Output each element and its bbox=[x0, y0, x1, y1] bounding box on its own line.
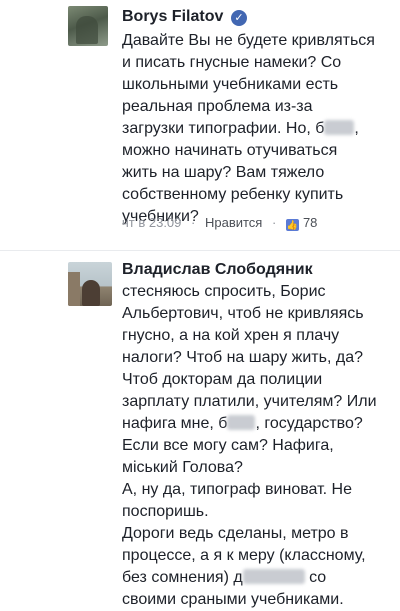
censored-blur bbox=[227, 415, 256, 430]
comment-line: Если все могу сам? Нафига, bbox=[122, 437, 334, 454]
comment-meta: чт в 23:09 · Нравится · 👍 78 bbox=[122, 215, 317, 231]
censored-blur bbox=[324, 120, 355, 135]
comment-line: реальная проблема из-за bbox=[122, 98, 313, 115]
separator-dot: · bbox=[191, 215, 196, 230]
comment-line: своими сраными учебниками. bbox=[122, 591, 344, 608]
avatar-figure bbox=[76, 16, 98, 44]
comment-line: без сомнения) д со bbox=[122, 567, 392, 589]
like-button[interactable]: Нравится bbox=[205, 215, 262, 230]
comment-line: школьными учебниками есть bbox=[122, 76, 339, 93]
comment-line: Давайте Вы не будете кривляться bbox=[122, 32, 375, 49]
comment-line: Дороги ведь сделаны, метро в bbox=[122, 525, 349, 542]
comment-line: поспоришь. bbox=[122, 503, 209, 520]
comment-line: А, ну да, типограф виноват. Не bbox=[122, 481, 352, 498]
comment-line: загрузки типографии. Но, б, bbox=[122, 118, 392, 140]
comment-text: стесняюсь спросить, Борис Альбертович, ч… bbox=[122, 281, 392, 611]
comment-line-part: , государство? bbox=[255, 415, 363, 432]
comment-author[interactable]: Borys Filatov bbox=[122, 8, 223, 26]
comment-line-part: нафига мне, б bbox=[122, 415, 228, 432]
avatar-figure bbox=[82, 280, 100, 306]
comment-timestamp[interactable]: чт в 23:09 bbox=[122, 215, 181, 230]
comment-line: можно начинать отучиваться bbox=[122, 142, 338, 159]
comment-line: Альбертович, чтоб не кривляясь bbox=[122, 305, 364, 322]
comment-line: собственному ребенку купить bbox=[122, 186, 344, 203]
avatar[interactable] bbox=[68, 6, 108, 46]
avatar[interactable] bbox=[68, 262, 112, 306]
comment-borys-filatov: Borys Filatov ✓ Давайте Вы не будете кри… bbox=[0, 0, 400, 250]
comment-line: процессе, а я к меру (классному, bbox=[122, 547, 366, 564]
comment-author[interactable]: Владислав Слободяник bbox=[122, 261, 313, 279]
comment-line: налоги? Чтоб на шару жить, да? bbox=[122, 349, 363, 366]
comment-line: міський Голова? bbox=[122, 459, 243, 476]
verified-badge-icon: ✓ bbox=[231, 10, 247, 26]
separator-dot: · bbox=[271, 215, 277, 230]
comment-line: нафига мне, б , государство? bbox=[122, 413, 392, 435]
avatar-background bbox=[68, 272, 80, 306]
comment-line: и писать гнусные намеки? Со bbox=[122, 54, 342, 71]
comment-line: жить на шару? Вам тяжело bbox=[122, 164, 325, 181]
comment-line-part: загрузки типографии. Но, б bbox=[122, 120, 325, 137]
comment-line-part: со bbox=[304, 569, 327, 586]
comment-line: стесняюсь спросить, Борис bbox=[122, 283, 326, 300]
comment-line: зарплату платили, учителям? Или bbox=[122, 393, 377, 410]
comment-text: Давайте Вы не будете кривляться и писать… bbox=[122, 30, 392, 228]
like-count[interactable]: 78 bbox=[303, 215, 317, 230]
comment-line-part: , bbox=[354, 120, 359, 137]
comment-line: гнусно, а на кой хрен я плачу bbox=[122, 327, 340, 344]
comment-line: Чтоб докторам да полиции bbox=[122, 371, 323, 388]
thumbs-up-icon: 👍 bbox=[285, 219, 299, 231]
comment-line-part: без сомнения) д bbox=[122, 569, 243, 586]
